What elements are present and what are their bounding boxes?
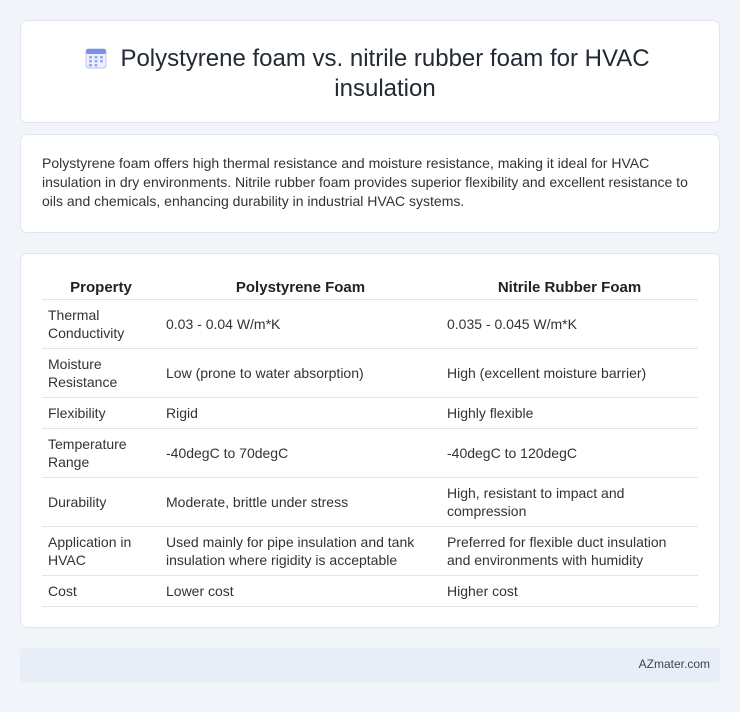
property-cell: Thermal Conductivity <box>42 299 160 349</box>
footer: AZmater.com <box>20 648 720 682</box>
property-cell: Application in HVAC <box>42 526 160 576</box>
polystyrene-cell: Moderate, brittle under stress <box>160 477 441 527</box>
table-row: Thermal Conductivity 0.03 - 0.04 W/m*K 0… <box>42 299 698 349</box>
table-header-row: Property Polystyrene Foam Nitrile Rubber… <box>42 276 698 300</box>
property-cell: Flexibility <box>42 397 160 429</box>
nitrile-cell: High, resistant to impact and compressio… <box>441 477 698 527</box>
nitrile-cell: Preferred for flexible duct insulation a… <box>441 526 698 576</box>
polystyrene-cell: 0.03 - 0.04 W/m*K <box>160 299 441 349</box>
polystyrene-cell: -40degC to 70degC <box>160 428 441 478</box>
comparison-table-card: Property Polystyrene Foam Nitrile Rubber… <box>20 253 720 628</box>
table-row: Moisture Resistance Low (prone to water … <box>42 348 698 398</box>
comparison-table: Property Polystyrene Foam Nitrile Rubber… <box>42 276 698 607</box>
page-title: Polystyrene foam vs. nitrile rubber foam… <box>120 45 650 102</box>
polystyrene-cell: Used mainly for pipe insulation and tank… <box>160 526 441 576</box>
summary-card: Polystyrene foam offers high thermal res… <box>20 134 720 233</box>
polystyrene-cell: Lower cost <box>160 575 441 607</box>
table-row: Application in HVAC Used mainly for pipe… <box>42 526 698 576</box>
nitrile-cell: -40degC to 120degC <box>441 428 698 478</box>
header-polystyrene: Polystyrene Foam <box>160 276 441 300</box>
table-row: Durability Moderate, brittle under stres… <box>42 477 698 527</box>
page: Polystyrene foam vs. nitrile rubber foam… <box>0 0 740 712</box>
table-row: Temperature Range -40degC to 70degC -40d… <box>42 428 698 478</box>
nitrile-cell: 0.035 - 0.045 W/m*K <box>441 299 698 349</box>
nitrile-cell: High (excellent moisture barrier) <box>441 348 698 398</box>
nitrile-cell: Higher cost <box>441 575 698 607</box>
summary-text: Polystyrene foam offers high thermal res… <box>42 155 688 209</box>
table-row: Cost Lower cost Higher cost <box>42 575 698 607</box>
property-cell: Temperature Range <box>42 428 160 478</box>
property-cell: Cost <box>42 575 160 607</box>
nitrile-cell: Highly flexible <box>441 397 698 429</box>
polystyrene-cell: Low (prone to water absorption) <box>160 348 441 398</box>
title-card: Polystyrene foam vs. nitrile rubber foam… <box>20 20 720 123</box>
property-cell: Moisture Resistance <box>42 348 160 398</box>
polystyrene-cell: Rigid <box>160 397 441 429</box>
footer-site-link[interactable]: AZmater.com <box>639 657 710 671</box>
table-row: Flexibility Rigid Highly flexible <box>42 397 698 429</box>
header-nitrile: Nitrile Rubber Foam <box>441 276 698 300</box>
header-property: Property <box>42 276 160 300</box>
property-cell: Durability <box>42 477 160 527</box>
